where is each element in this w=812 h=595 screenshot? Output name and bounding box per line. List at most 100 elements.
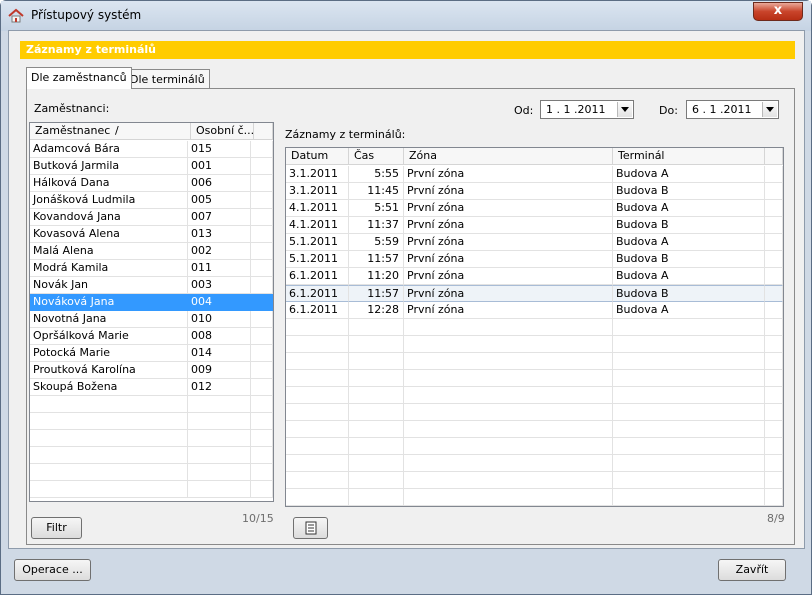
table-row[interactable]: 4.1.2011 11:37 První zóna Budova B	[286, 217, 783, 234]
table-row[interactable]: 5.1.2011 11:57 První zóna Budova B	[286, 251, 783, 268]
table-cell-terminal: Budova B	[613, 251, 765, 268]
column-header-zone[interactable]: Zóna	[404, 148, 613, 165]
table-row[interactable]: 6.1.2011 11:20 První zóna Budova A	[286, 268, 783, 285]
table-row[interactable]: Novák Jan 003	[30, 277, 273, 294]
table-cell-id	[188, 430, 251, 447]
table-cell-name: Potocká Marie	[30, 345, 188, 362]
table-cell-id: 004	[188, 294, 251, 311]
table-cell-zone	[404, 370, 613, 387]
table-row[interactable]: Opršálková Marie 008	[30, 328, 273, 345]
table-row[interactable]	[286, 489, 783, 506]
to-date-picker[interactable]: 6 . 1 .2011	[686, 100, 779, 119]
table-cell-spacer	[765, 387, 783, 404]
column-header-employee[interactable]: Zaměstnanec /	[30, 123, 191, 140]
table-cell-zone	[404, 472, 613, 489]
chevron-down-icon[interactable]	[617, 102, 632, 117]
table-cell-spacer	[251, 345, 273, 362]
table-row[interactable]	[30, 447, 273, 464]
table-cell-terminal	[613, 336, 765, 353]
table-row[interactable]: 3.1.2011 5:55 První zóna Budova A	[286, 166, 783, 183]
records-counter: 8/9	[767, 512, 785, 525]
table-row[interactable]: 4.1.2011 5:51 První zóna Budova A	[286, 200, 783, 217]
column-header-time[interactable]: Čas	[349, 148, 404, 165]
table-row[interactable]: Nováková Jana 004	[30, 294, 273, 311]
table-cell-name: Kovasová Alena	[30, 226, 188, 243]
table-row[interactable]: Kovasová Alena 013	[30, 226, 273, 243]
tab-by-employees[interactable]: Dle zaměstnanců	[26, 67, 132, 89]
column-header-terminal[interactable]: Terminál	[613, 148, 765, 165]
table-cell-zone	[404, 421, 613, 438]
table-cell-name: Opršálková Marie	[30, 328, 188, 345]
table-cell-zone	[404, 404, 613, 421]
table-row[interactable]	[286, 472, 783, 489]
table-row[interactable]	[286, 319, 783, 336]
table-row[interactable]: Jonášková Ludmila 005	[30, 192, 273, 209]
table-row[interactable]	[286, 387, 783, 404]
table-cell-spacer	[765, 217, 783, 234]
close-button[interactable]: Zavřít	[718, 559, 786, 581]
table-row[interactable]	[286, 421, 783, 438]
table-row[interactable]: Kovandová Jana 007	[30, 209, 273, 226]
table-row[interactable]	[286, 455, 783, 472]
table-row[interactable]: 3.1.2011 11:45 První zóna Budova B	[286, 183, 783, 200]
table-cell-name: Malá Alena	[30, 243, 188, 260]
employees-label: Zaměstnanci:	[34, 102, 110, 115]
tab-by-terminals[interactable]: Dle terminálů	[125, 69, 210, 89]
from-date-picker[interactable]: 1 . 1 .2011	[540, 100, 634, 119]
table-row[interactable]	[30, 396, 273, 413]
column-header-date[interactable]: Datum	[286, 148, 349, 165]
table-cell-name	[30, 430, 188, 447]
table-row[interactable]	[286, 353, 783, 370]
table-cell-time	[349, 455, 404, 472]
records-grid[interactable]: Datum Čas Zóna Terminál 3.1.2011 5:55 Prvn…	[285, 147, 784, 507]
table-cell-spacer	[251, 141, 273, 158]
table-cell-spacer	[251, 311, 273, 328]
table-cell-spacer	[765, 234, 783, 251]
table-cell-terminal	[613, 387, 765, 404]
table-row[interactable]: Skoupá Božena 012	[30, 379, 273, 396]
table-cell-spacer	[765, 319, 783, 336]
operations-button[interactable]: Operace ...	[14, 559, 91, 581]
table-row[interactable]: 6.1.2011 12:28 První zóna Budova A	[286, 302, 783, 319]
table-row[interactable]: Hálková Dana 006	[30, 175, 273, 192]
records-grid-header: Datum Čas Zóna Terminál	[286, 148, 783, 165]
table-cell-date: 5.1.2011	[286, 234, 349, 251]
employees-grid[interactable]: Zaměstnanec / Osobní č... Adamcová Bára 0…	[29, 122, 274, 502]
table-row[interactable]: 6.1.2011 11:57 První zóna Budova B	[286, 285, 783, 302]
table-row[interactable]: Butková Jarmila 001	[30, 158, 273, 175]
table-cell-spacer	[765, 166, 783, 183]
filter-button[interactable]: Filtr	[31, 517, 82, 539]
table-cell-terminal	[613, 472, 765, 489]
table-row[interactable]: Modrá Kamila 011	[30, 260, 273, 277]
table-row[interactable]	[30, 413, 273, 430]
table-row[interactable]: 5.1.2011 5:59 První zóna Budova A	[286, 234, 783, 251]
table-row[interactable]	[286, 438, 783, 455]
table-row[interactable]	[30, 481, 273, 498]
chevron-down-icon[interactable]	[762, 102, 777, 117]
table-row[interactable]: Novotná Jana 010	[30, 311, 273, 328]
table-row[interactable]: Potocká Marie 014	[30, 345, 273, 362]
table-row[interactable]: Proutková Karolína 009	[30, 362, 273, 379]
table-row[interactable]	[286, 336, 783, 353]
table-cell-spacer	[251, 447, 273, 464]
table-cell-date: 5.1.2011	[286, 251, 349, 268]
table-row[interactable]	[30, 430, 273, 447]
table-row[interactable]: Adamcová Bára 015	[30, 141, 273, 158]
table-row[interactable]: Malá Alena 002	[30, 243, 273, 260]
title-bar[interactable]: Přístupový systém x	[1, 1, 811, 31]
from-date-value: 1 . 1 .2011	[546, 103, 606, 116]
table-cell-name: Proutková Karolína	[30, 362, 188, 379]
close-window-button[interactable]: x	[753, 2, 803, 21]
table-row[interactable]	[286, 404, 783, 421]
table-cell-spacer	[765, 285, 783, 302]
table-row[interactable]	[30, 464, 273, 481]
table-cell-name: Adamcová Bára	[30, 141, 188, 158]
table-cell-date	[286, 489, 349, 506]
table-cell-spacer	[765, 404, 783, 421]
table-cell-spacer	[765, 472, 783, 489]
table-cell-time	[349, 370, 404, 387]
column-header-personal-number[interactable]: Osobní č...	[191, 123, 254, 140]
table-cell-spacer	[251, 294, 273, 311]
table-row[interactable]	[286, 370, 783, 387]
details-button[interactable]	[293, 517, 328, 539]
